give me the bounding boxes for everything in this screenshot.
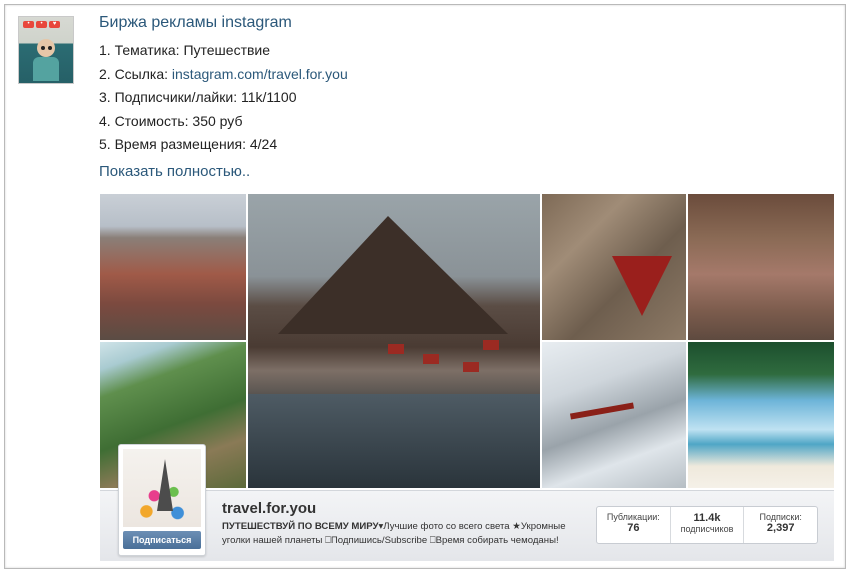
stat-followers-label: подписчиков <box>680 524 734 534</box>
instagram-bio: ПУТЕШЕСТВУЙ ПО ВСЕМУ МИРУ▾Лучшие фото со… <box>222 520 588 548</box>
post-line-price: 4. Стоимость: 350 руб <box>99 112 243 129</box>
photo-house-shape <box>423 354 439 364</box>
instagram-username: travel.for.you <box>222 500 317 517</box>
stat-following-label: Подписки: <box>759 512 802 522</box>
eiffel-tower-icon <box>157 459 173 511</box>
photo-bridge-shape <box>569 402 635 420</box>
notification-badges: • • ♥ <box>23 21 60 28</box>
photo-lofoten <box>248 194 540 488</box>
instagram-link[interactable]: instagram.com/travel.for.you <box>172 66 348 82</box>
avatar-body <box>33 57 59 81</box>
avatar-face <box>37 39 55 57</box>
stat-posts: Публикации: 76 <box>597 507 671 543</box>
show-more-link[interactable]: Показать полностью.. <box>99 163 250 180</box>
instagram-profile-card: Подписаться <box>118 444 206 556</box>
bio-headline: ПУТЕШЕСТВУЙ ПО ВСЕМУ МИРУ <box>222 521 379 532</box>
stat-posts-value: 76 <box>627 522 640 534</box>
post-text: 1. Тематика: Путешествие 2. Ссылка: inst… <box>99 42 348 160</box>
photo-wingsuit-shape <box>612 256 672 316</box>
stat-followers: 11.4k подписчиков <box>671 507 745 543</box>
photo-house-shape <box>388 344 404 354</box>
follow-button[interactable]: Подписаться <box>123 531 201 549</box>
stat-following: Подписки: 2,397 <box>744 507 817 543</box>
stat-posts-label: Публикации: <box>606 512 660 522</box>
post-author-title[interactable]: Биржа рекламы instagram <box>99 14 292 32</box>
avatar-eye <box>48 46 52 50</box>
stat-followers-value: 11.4k <box>693 512 721 524</box>
group-avatar[interactable]: • • ♥ <box>18 16 74 84</box>
photo-beach <box>688 342 834 488</box>
stat-following-value: 2,397 <box>766 522 795 534</box>
photo-snow-train <box>542 342 686 488</box>
photo-wingsuit <box>542 194 686 340</box>
post-line-topic: 1. Тематика: Путешествие <box>99 42 271 58</box>
badge-icon: • <box>36 21 47 28</box>
instagram-profile-picture <box>123 449 201 527</box>
photo-sea-shape <box>248 394 540 488</box>
badge-icon: • <box>23 21 34 28</box>
photo-house-shape <box>483 340 499 350</box>
photo-prague <box>100 194 246 340</box>
heart-badge-icon: ♥ <box>49 21 60 28</box>
instagram-stats: Публикации: 76 11.4k подписчиков Подписк… <box>596 506 818 544</box>
photo-mountain-shape <box>278 216 508 334</box>
avatar-eye <box>41 46 45 50</box>
post-line-duration: 5. Время размещения: 4/24 <box>99 136 278 153</box>
post-line-followers: 3. Подписчики/лайки: 11k/1100 <box>99 89 297 106</box>
post-line-link-label: 2. Ссылка: <box>99 65 172 82</box>
photo-house-shape <box>463 362 479 372</box>
post-line-link: 2. Ссылка: instagram.com/travel.for.you <box>99 66 348 90</box>
photo-city <box>688 194 834 340</box>
